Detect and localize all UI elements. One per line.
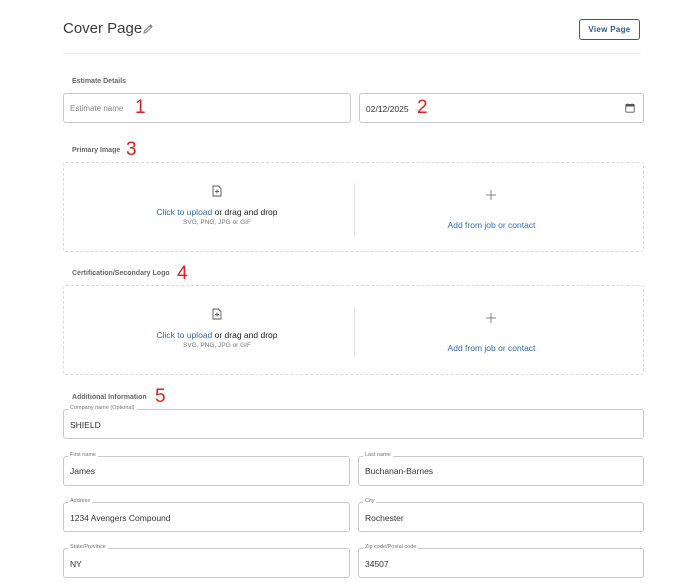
address-field[interactable]: Address 1234 Avengers Compound: [63, 498, 350, 532]
first-name-value: James: [70, 466, 96, 476]
state-field[interactable]: State/Province NY: [63, 544, 350, 578]
drag-drop-text: or drag and drop: [212, 207, 278, 217]
company-name-label: Company name (Optional): [68, 405, 137, 411]
primary-image-dropzone[interactable]: Click to upload or drag and drop SVG, PN…: [63, 162, 644, 252]
pencil-icon[interactable]: [142, 23, 154, 35]
view-page-button[interactable]: View Page: [579, 19, 640, 40]
address-label: Address: [68, 498, 93, 504]
annotation-3: 3: [126, 139, 137, 160]
zip-field[interactable]: Zip code/Postal code 34507: [358, 544, 644, 578]
upload-instructions: Click to upload or drag and drop: [64, 207, 370, 217]
last-name-value: Buchanan-Barnes: [365, 466, 434, 476]
annotation-2: 2: [417, 97, 428, 118]
annotation-1: 1: [135, 97, 146, 118]
divider: [354, 183, 355, 235]
page-header: Cover Page View Page: [63, 14, 641, 54]
add-from-job-link[interactable]: Add from job or contact: [404, 343, 579, 353]
drag-drop-text: or drag and drop: [212, 330, 278, 340]
company-name-value: SHIELD: [70, 420, 101, 430]
plus-icon[interactable]: [486, 190, 496, 200]
additional-info-label: Additional Information: [72, 394, 147, 401]
company-name-field[interactable]: Company name (Optional) SHIELD: [63, 405, 644, 439]
estimate-name-placeholder: Estimate name: [70, 104, 124, 113]
page-title: Cover Page: [63, 20, 143, 37]
secondary-logo-dropzone[interactable]: Click to upload or drag and drop SVG, PN…: [63, 285, 644, 375]
annotation-4: 4: [177, 263, 188, 284]
first-name-label: First name: [68, 452, 98, 458]
add-from-job-link[interactable]: Add from job or contact: [404, 220, 579, 230]
primary-image-label: Primary Image: [72, 147, 121, 154]
secondary-logo-label: Certification/Secondary Logo: [72, 270, 170, 277]
calendar-icon[interactable]: [625, 103, 635, 113]
address-value: 1234 Avengers Compound: [70, 513, 171, 523]
file-upload-icon: [212, 185, 222, 197]
first-name-field[interactable]: First name James: [63, 452, 350, 486]
file-upload-icon: [212, 308, 222, 320]
city-label: City: [363, 498, 377, 504]
upload-instructions: Click to upload or drag and drop: [64, 330, 370, 340]
zip-value: 34507: [365, 559, 389, 569]
click-to-upload-link[interactable]: Click to upload: [157, 330, 213, 340]
estimate-date-field[interactable]: 02/12/2025: [359, 93, 644, 123]
state-label: State/Province: [68, 544, 108, 550]
file-formats-text: SVG, PNG, JPG or GIF: [183, 342, 251, 349]
city-field[interactable]: City Rochester: [358, 498, 644, 532]
click-to-upload-link[interactable]: Click to upload: [157, 207, 213, 217]
last-name-field[interactable]: Last name Buchanan-Barnes: [358, 452, 644, 486]
last-name-label: Last name: [363, 452, 393, 458]
divider: [354, 306, 355, 358]
estimate-name-field[interactable]: Estimate name: [63, 93, 351, 123]
file-formats-text: SVG, PNG, JPG or GIF: [183, 219, 251, 226]
annotation-5: 5: [155, 386, 166, 407]
estimate-date-value: 02/12/2025: [366, 104, 409, 114]
zip-label: Zip code/Postal code: [363, 544, 419, 550]
plus-icon[interactable]: [486, 313, 496, 323]
state-value: NY: [70, 559, 82, 569]
estimate-details-label: Estimate Details: [72, 78, 127, 85]
city-value: Rochester: [365, 513, 404, 523]
